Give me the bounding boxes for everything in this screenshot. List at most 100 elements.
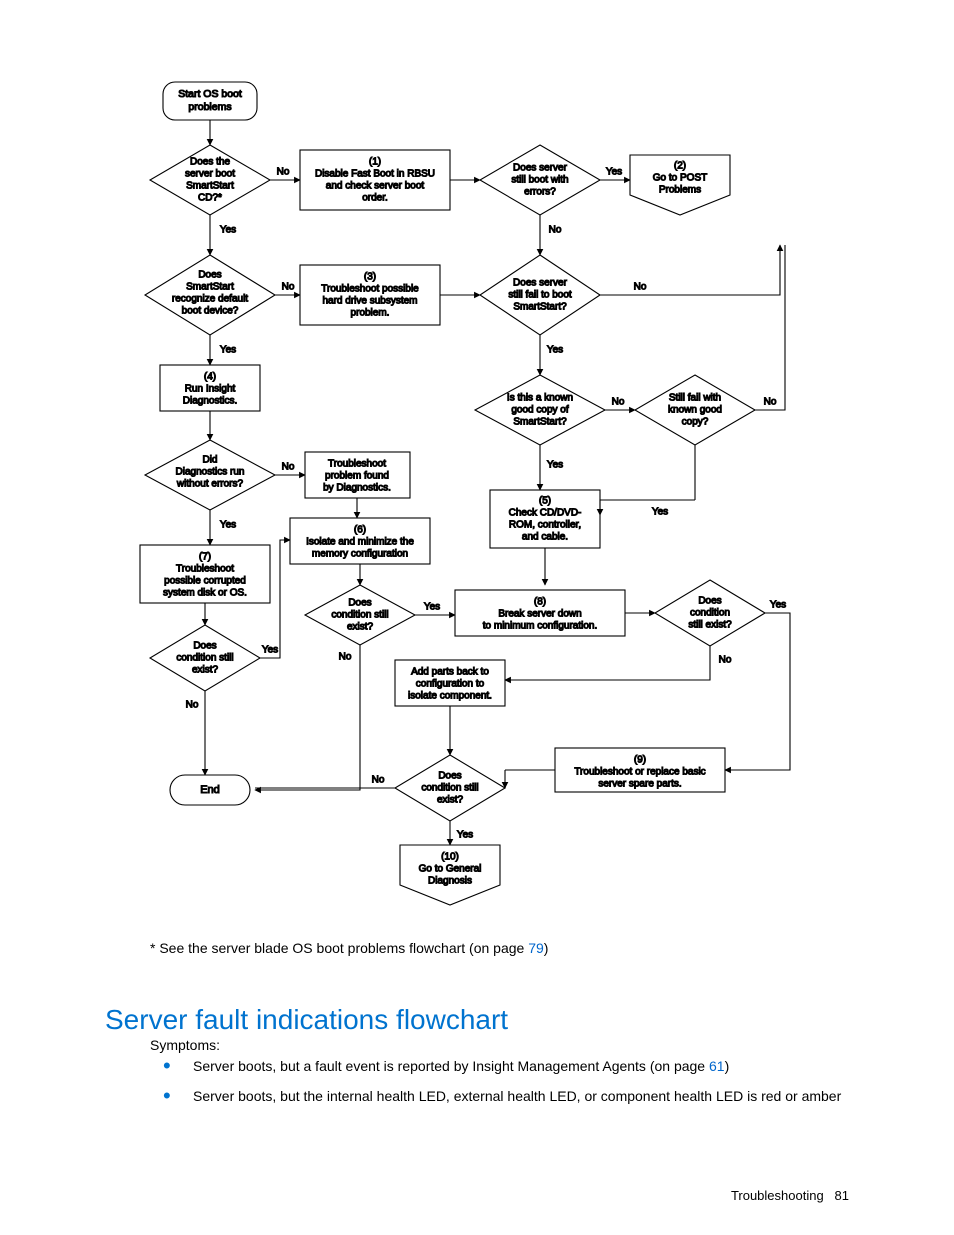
flowchart-diagram: Start OS boot problems Does the server b… <box>0 0 954 935</box>
svg-text:order.: order. <box>362 193 388 204</box>
svg-text:and check server boot: and check server boot <box>326 181 425 192</box>
svg-text:Check CD/DVD-: Check CD/DVD- <box>509 508 582 519</box>
svg-text:server spare parts.: server spare parts. <box>598 779 681 790</box>
svg-text:(9): (9) <box>634 755 646 766</box>
svg-text:(7): (7) <box>199 552 211 563</box>
svg-text:ROM, controller,: ROM, controller, <box>509 520 581 531</box>
svg-text:Does: Does <box>698 596 721 607</box>
svg-text:memory configuration: memory configuration <box>312 549 408 560</box>
svg-text:system disk or OS.: system disk or OS. <box>163 588 247 599</box>
svg-text:No: No <box>186 700 199 711</box>
svg-text:No: No <box>612 397 625 408</box>
svg-text:SmartStart: SmartStart <box>186 282 234 293</box>
svg-text:(6): (6) <box>354 525 366 536</box>
svg-text:errors?: errors? <box>524 187 556 198</box>
svg-text:(10): (10) <box>441 852 459 863</box>
symptom-text: Server boots, but the internal health LE… <box>193 1088 841 1104</box>
svg-text:Add parts back to: Add parts back to <box>411 667 489 678</box>
svg-text:Yes: Yes <box>220 520 236 531</box>
list-item: Server boots, but the internal health LE… <box>185 1088 841 1104</box>
svg-text:copy?: copy? <box>682 417 709 428</box>
symptom-text-before: Server boots, but a fault event is repor… <box>193 1058 709 1074</box>
svg-text:hard drive subsystem: hard drive subsystem <box>322 296 417 307</box>
svg-text:exist?: exist? <box>437 795 464 806</box>
svg-text:Diagnosis: Diagnosis <box>428 876 472 887</box>
footnote: * See the server blade OS boot problems … <box>150 940 548 956</box>
svg-text:condition still: condition still <box>176 653 233 664</box>
svg-text:(1): (1) <box>369 157 381 168</box>
footer-section: Troubleshooting <box>731 1188 824 1203</box>
svg-text:recognize default: recognize default <box>172 294 248 305</box>
svg-text:Isolate and minimize the: Isolate and minimize the <box>306 537 414 548</box>
svg-text:(4): (4) <box>204 372 216 383</box>
svg-text:SmartStart?: SmartStart? <box>513 417 567 428</box>
svg-text:Yes: Yes <box>262 645 278 656</box>
symptoms-label: Symptoms: <box>150 1037 220 1053</box>
svg-text:without errors?: without errors? <box>176 479 244 490</box>
svg-text:No: No <box>719 655 732 666</box>
page-footer: Troubleshooting 81 <box>731 1188 849 1203</box>
node-start-l2: problems <box>188 101 231 113</box>
svg-text:Yes: Yes <box>547 345 563 356</box>
svg-text:Did: Did <box>202 455 217 466</box>
list-item: Server boots, but a fault event is repor… <box>185 1058 841 1074</box>
svg-text:SmartStart?: SmartStart? <box>513 302 567 313</box>
svg-text:still fail to boot: still fail to boot <box>508 290 572 301</box>
svg-text:to minimum configuration.: to minimum configuration. <box>483 621 598 632</box>
svg-text:Does: Does <box>438 771 461 782</box>
svg-text:Yes: Yes <box>652 507 668 518</box>
svg-text:possible corrupted: possible corrupted <box>164 576 246 587</box>
svg-text:Does the: Does the <box>190 157 230 168</box>
svg-text:and cable.: and cable. <box>522 532 568 543</box>
svg-text:Yes: Yes <box>424 602 440 613</box>
svg-text:CD?*: CD?* <box>198 193 222 204</box>
svg-text:Troubleshoot: Troubleshoot <box>328 459 386 470</box>
svg-text:Diagnostics.: Diagnostics. <box>183 396 237 407</box>
svg-text:Run Insight: Run Insight <box>185 384 236 395</box>
svg-text:exist?: exist? <box>192 665 219 676</box>
svg-text:Yes: Yes <box>606 167 622 178</box>
footnote-link[interactable]: 79 <box>528 940 544 956</box>
svg-text:condition: condition <box>690 608 730 619</box>
svg-text:exist?: exist? <box>347 622 374 633</box>
svg-text:End: End <box>200 784 220 796</box>
symptom-text-after: ) <box>725 1058 730 1074</box>
svg-text:No: No <box>549 225 562 236</box>
svg-text:condition still: condition still <box>331 610 388 621</box>
svg-text:Disable Fast Boot in RBSU: Disable Fast Boot in RBSU <box>315 169 435 180</box>
footnote-text-after: ) <box>544 940 549 956</box>
svg-text:Does server: Does server <box>513 278 568 289</box>
svg-text:Does: Does <box>198 270 221 281</box>
svg-text:Diagnostics run: Diagnostics run <box>176 467 245 478</box>
svg-text:Is this a known: Is this a known <box>507 393 573 404</box>
svg-text:Go to POST: Go to POST <box>653 173 707 184</box>
svg-text:Does server: Does server <box>513 163 568 174</box>
svg-text:Troubleshoot or replace basic: Troubleshoot or replace basic <box>574 767 705 778</box>
svg-text:No: No <box>372 775 385 786</box>
svg-text:(8): (8) <box>534 597 546 608</box>
svg-text:isolate component.: isolate component. <box>408 691 492 702</box>
svg-text:Troubleshoot possible: Troubleshoot possible <box>321 284 419 295</box>
svg-text:Yes: Yes <box>457 830 473 841</box>
svg-text:condition still: condition still <box>421 783 478 794</box>
svg-text:problem.: problem. <box>351 308 390 319</box>
svg-text:good copy of: good copy of <box>511 405 568 416</box>
symptom-link[interactable]: 61 <box>709 1058 725 1074</box>
svg-text:configuration to: configuration to <box>416 679 485 690</box>
svg-text:Yes: Yes <box>770 600 786 611</box>
node-start-l1: Start OS boot <box>178 88 242 100</box>
svg-text:Still fail with: Still fail with <box>669 393 721 404</box>
svg-text:by Diagnostics.: by Diagnostics. <box>323 483 391 494</box>
svg-text:(3): (3) <box>364 272 376 283</box>
svg-text:problem found: problem found <box>325 471 389 482</box>
svg-text:Troubleshoot: Troubleshoot <box>176 564 234 575</box>
svg-text:still boot with: still boot with <box>511 175 568 186</box>
svg-text:No: No <box>277 167 290 178</box>
svg-text:known good: known good <box>668 405 722 416</box>
svg-text:(5): (5) <box>539 496 551 507</box>
section-heading: Server fault indications flowchart <box>105 1004 508 1036</box>
svg-text:Does: Does <box>193 641 216 652</box>
svg-text:Yes: Yes <box>220 225 236 236</box>
symptoms-list: Server boots, but a fault event is repor… <box>150 1058 841 1118</box>
svg-text:still exist?: still exist? <box>688 620 732 631</box>
